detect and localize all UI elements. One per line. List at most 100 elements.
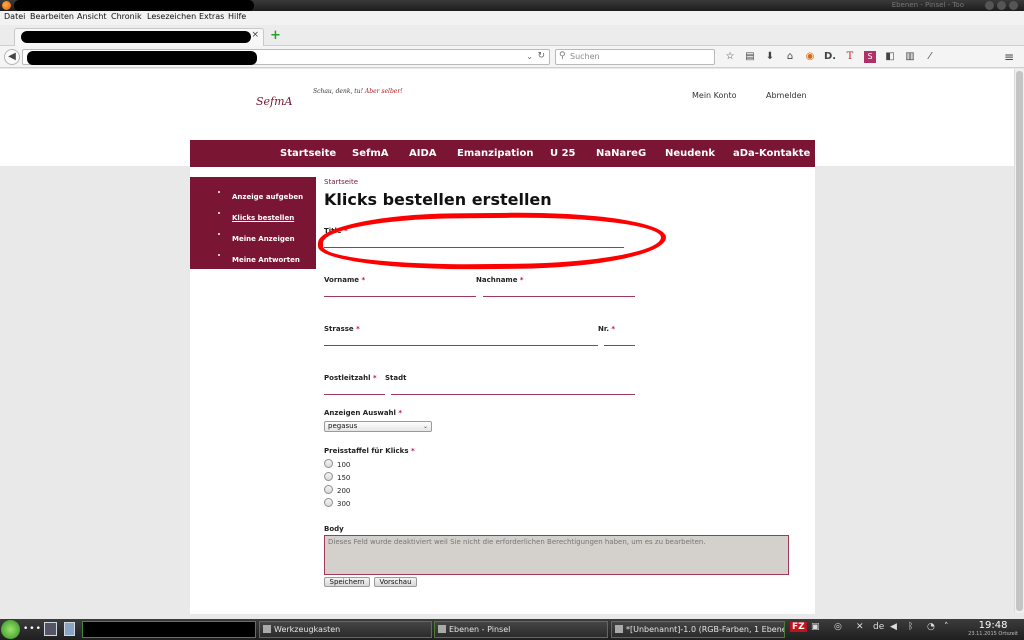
mein-konto-link[interactable]: Mein Konto (692, 91, 737, 100)
vorname-label: Vorname * (324, 276, 366, 284)
pin-icon[interactable]: ⁄ (920, 49, 940, 65)
radio-label-300: 300 (337, 500, 351, 508)
url-bar[interactable]: ⌄ ↻ (22, 49, 550, 65)
anzeigen-auswahl-label: Anzeigen Auswahl * (324, 409, 403, 417)
volume-icon[interactable]: ◀ (890, 622, 897, 632)
language-indicator[interactable]: de (873, 622, 884, 632)
abmelden-link[interactable]: Abmelden (766, 91, 807, 100)
nav-nanareg[interactable]: NaNareG (596, 148, 646, 159)
download-icon[interactable]: ⬇ (760, 49, 780, 65)
vorname-input[interactable] (324, 296, 476, 297)
menu-extras[interactable]: Extras (199, 12, 224, 21)
menu-hilfe[interactable]: Hilfe (228, 12, 246, 21)
taskbar-werkzeugkasten[interactable]: Werkzeugkasten (259, 621, 432, 638)
tray-arrow-icon[interactable]: ˄ (944, 622, 949, 632)
hamburger-menu-icon[interactable]: ≡ (1004, 50, 1014, 64)
nav-emanzipation[interactable]: Emanzipation (457, 148, 533, 159)
taskbar-gimp-image[interactable]: *[Unbenannt]-1.0 (RGB-Farben, 1 Ebene (611, 621, 785, 638)
filezilla-icon[interactable]: FZ (790, 622, 807, 632)
logo-slogan: Schau, denk, tu! Aber selber! (313, 88, 403, 95)
menu-bearbeiten[interactable]: Bearbeiten (30, 12, 74, 21)
star-icon[interactable]: ☆ (720, 49, 740, 65)
bullet-icon (218, 191, 220, 193)
stadt-label: Stadt (385, 374, 407, 382)
taskbar-ebenen-pinsel[interactable]: Ebenen - Pinsel (434, 621, 608, 638)
nav-sefma[interactable]: SefmA (352, 148, 389, 159)
sidebar-item-klicks-bestellen[interactable]: Klicks bestellen (232, 214, 294, 222)
site-logo[interactable]: SefmA Schau, denk, tu! Aber selber! (256, 88, 406, 116)
minimize-icon[interactable] (985, 1, 994, 10)
radio-100[interactable] (324, 459, 333, 468)
clock-date: 23.11.2015 Ortszeit (968, 631, 1018, 637)
browser-tab[interactable]: × (14, 28, 264, 46)
breadcrumb[interactable]: Startseite (324, 178, 358, 186)
postleitzahl-input[interactable] (324, 394, 385, 395)
puzzle-icon[interactable]: ◧ (880, 49, 900, 65)
menu-datei[interactable]: Datei (4, 12, 25, 21)
radio-label-200: 200 (337, 487, 351, 495)
trash-icon[interactable]: ▥ (900, 49, 920, 65)
page-scrollbar[interactable] (1014, 69, 1024, 613)
nav-neudenk[interactable]: Neudenk (665, 148, 715, 159)
s-icon[interactable]: S (864, 51, 876, 63)
more-icon[interactable]: ••• (23, 624, 42, 634)
taskbar-field[interactable] (82, 621, 256, 638)
url-dropdown-icon[interactable]: ⌄ (526, 52, 533, 61)
nav-ada-kontakte[interactable]: aDa-Kontakte (733, 148, 810, 159)
reload-icon[interactable]: ↻ (537, 51, 545, 61)
file-manager-icon[interactable] (64, 622, 75, 636)
window-title-right: Ebenen - Pinsel - Too (891, 1, 964, 9)
preview-button[interactable]: Vorschau (374, 577, 417, 587)
network-icon[interactable]: ◎ (834, 622, 842, 632)
wifi-icon[interactable]: ◔ (927, 622, 935, 632)
nav-startseite[interactable]: Startseite (280, 148, 336, 159)
toolbar-icons: ☆ ▤ ⬇ ⌂ ◉ D. T S ◧ ▥ ⁄ (720, 49, 940, 65)
search-placeholder: Suchen (570, 52, 600, 61)
chevron-down-icon: ⌄ (422, 423, 428, 430)
sidebar-item-anzeige-aufgeben[interactable]: Anzeige aufgeben (232, 193, 303, 201)
bullet-icon (218, 212, 220, 214)
anzeigen-auswahl-select[interactable]: pegasus ⌄ (324, 421, 432, 432)
addon-icon[interactable]: ◉ (800, 49, 820, 65)
new-tab-icon[interactable]: + (270, 28, 281, 43)
close-tab-icon[interactable]: × (251, 30, 259, 40)
menu-lesezeichen[interactable]: Lesezeichen (147, 12, 196, 21)
xbox-icon[interactable]: ✕ (856, 622, 864, 632)
menu-ansicht[interactable]: Ansicht (77, 12, 107, 21)
nr-input[interactable] (604, 345, 635, 346)
d-icon[interactable]: D. (820, 49, 840, 65)
sidebar-item-meine-antworten[interactable]: Meine Antworten (232, 256, 300, 264)
search-input[interactable]: ⚲ Suchen (555, 49, 715, 65)
radio-150[interactable] (324, 472, 333, 481)
redacted-title (14, 0, 254, 11)
t-icon[interactable]: T (840, 49, 860, 65)
radio-300[interactable] (324, 498, 333, 507)
save-button[interactable]: Speichern (324, 577, 370, 587)
gimp-icon (263, 625, 271, 633)
clipboard-icon[interactable]: ▤ (740, 49, 760, 65)
strasse-input[interactable] (324, 345, 598, 346)
scrollbar-thumb[interactable] (1016, 71, 1023, 611)
radio-200[interactable] (324, 485, 333, 494)
home-icon[interactable]: ⌂ (780, 49, 800, 65)
nav-u25[interactable]: U 25 (550, 148, 576, 159)
nav-aida[interactable]: AIDA (409, 148, 437, 159)
page-title: Klicks bestellen erstellen (324, 190, 552, 209)
main-navigation: Startseite SefmA AIDA Emanzipation U 25 … (190, 140, 815, 167)
start-menu-icon[interactable] (1, 620, 20, 639)
bluetooth-icon[interactable]: ᛒ (908, 622, 913, 632)
clock[interactable]: 19:48 23.11.2015 Ortszeit (968, 620, 1018, 637)
desktop-icon[interactable] (44, 622, 57, 636)
radio-label-150: 150 (337, 474, 351, 482)
window-titlebar: Ebenen - Pinsel - Too (0, 0, 1024, 11)
menu-chronik[interactable]: Chronik (111, 12, 142, 21)
maximize-icon[interactable] (997, 1, 1006, 10)
bullet-icon (218, 254, 220, 256)
close-window-icon[interactable] (1009, 1, 1018, 10)
sidebar-item-meine-anzeigen[interactable]: Meine Anzeigen (232, 235, 295, 243)
terminal-icon[interactable]: ▣ (811, 622, 820, 632)
back-button[interactable]: ◀ (4, 49, 20, 65)
stadt-input[interactable] (391, 394, 635, 395)
nachname-input[interactable] (483, 296, 635, 297)
body-label: Body (324, 525, 344, 533)
